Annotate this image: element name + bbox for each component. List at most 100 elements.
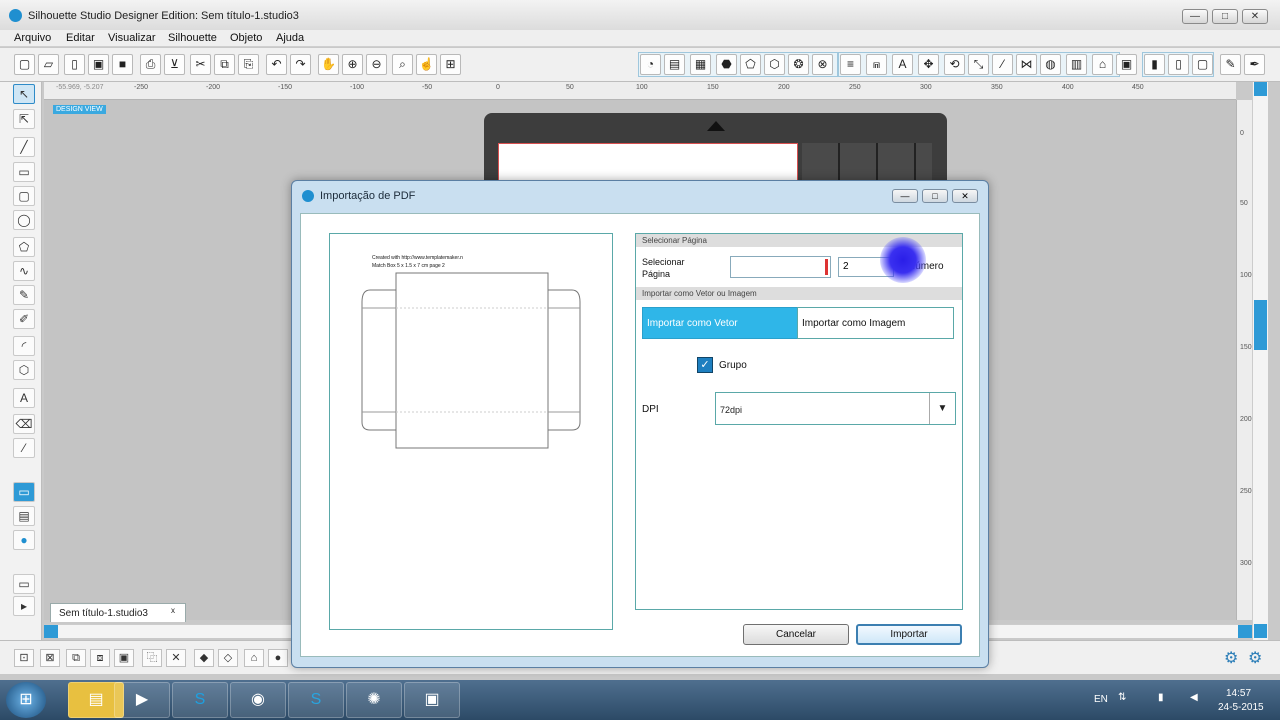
cancel-button[interactable]: Cancelar	[743, 624, 849, 645]
import-as-vector-tab[interactable]: Importar como Vetor	[642, 307, 798, 339]
menu-editar[interactable]: Editar	[66, 32, 95, 44]
drag-zoom-icon[interactable]: ☝	[416, 54, 437, 75]
scroll-thumb[interactable]	[1254, 300, 1267, 350]
scale-icon[interactable]: ⤡	[968, 54, 989, 75]
eraser-icon[interactable]: ✎	[1220, 54, 1241, 75]
volume-icon[interactable]: ◀	[1190, 692, 1198, 703]
ungroup-icon[interactable]: ⧈	[90, 649, 110, 667]
pan-hand-icon[interactable]: ✋	[318, 54, 339, 75]
print-cut-icon[interactable]: ⊻	[164, 54, 185, 75]
clock-time[interactable]: 14:57	[1226, 688, 1251, 699]
align-icon[interactable]: ⩎	[866, 54, 887, 75]
polygon-tool-icon[interactable]: ⬠	[13, 237, 35, 257]
replicate-icon[interactable]: ≡	[840, 54, 861, 75]
pattern-icon[interactable]: ⊗	[812, 54, 833, 75]
pen-tool-icon[interactable]: ✒	[1244, 54, 1265, 75]
store-icon[interactable]: ⌂	[1092, 54, 1113, 75]
dpi-select[interactable]: 72dpi ▼	[715, 392, 956, 425]
shape-icon[interactable]: ●	[268, 649, 288, 667]
rectangle-tool-icon[interactable]: ▭	[13, 162, 35, 182]
line-tool-icon[interactable]: ╱	[13, 137, 35, 157]
transform-icon[interactable]: ✥	[918, 54, 939, 75]
arc-tool-icon[interactable]: ◜	[13, 336, 35, 356]
preferences-gear-icon[interactable]: ⚙	[1248, 648, 1262, 668]
menu-silhouette[interactable]: Silhouette	[168, 32, 217, 44]
page-setup-icon[interactable]: ◔	[640, 54, 661, 75]
send-to-silhouette-icon[interactable]: ▮	[1144, 54, 1165, 75]
print-icon[interactable]: ⎙	[140, 54, 161, 75]
save-icon[interactable]: ▣	[88, 54, 109, 75]
compound-icon[interactable]: ▣	[114, 649, 134, 667]
bring-front-icon[interactable]: ◆	[194, 649, 214, 667]
registration-marks-icon[interactable]: ▤	[664, 54, 685, 75]
import-button[interactable]: Importar	[856, 624, 962, 645]
dialog-restore-button[interactable]: □	[922, 189, 948, 203]
settings-gear-icon[interactable]: ⚙	[1224, 648, 1238, 668]
scroll-down-icon[interactable]	[1254, 624, 1267, 638]
regular-polygon-tool-icon[interactable]: ⬡	[13, 360, 35, 380]
color-wheel-icon[interactable]: ✺	[346, 682, 402, 718]
fit-to-window-icon[interactable]: ⊞	[440, 54, 461, 75]
copy-icon[interactable]: ⧉	[214, 54, 235, 75]
deselect-icon[interactable]: ⊠	[40, 649, 60, 667]
design-store-icon[interactable]: ▣	[1116, 54, 1137, 75]
cut-settings-icon[interactable]: ▯	[1168, 54, 1189, 75]
smooth-freehand-tool-icon[interactable]: ✐	[13, 309, 35, 329]
edit-points-icon[interactable]: ⇱	[13, 109, 35, 129]
undo-icon[interactable]: ↶	[266, 54, 287, 75]
offset-icon[interactable]: ⋈	[1016, 54, 1037, 75]
grupo-checkbox[interactable]: ✓	[697, 357, 713, 373]
select-arrow-icon[interactable]: ↖	[13, 84, 35, 104]
document-tab[interactable]: Sem título-1.studio3 x	[50, 603, 186, 622]
line-style-icon[interactable]: ❂	[788, 54, 809, 75]
document-tab-close-icon[interactable]: x	[171, 606, 175, 615]
silhouette-studio-taskbar-icon[interactable]: S	[288, 682, 344, 718]
delete-icon[interactable]: ✕	[166, 649, 186, 667]
freehand-tool-icon[interactable]: ✎	[13, 285, 35, 305]
duplicate-icon[interactable]: ⿻	[142, 649, 162, 667]
silhouette-store-icon[interactable]: ●	[13, 530, 35, 550]
text-style-icon[interactable]: A	[892, 54, 913, 75]
menu-visualizar[interactable]: Visualizar	[108, 32, 156, 44]
vertical-scrollbar[interactable]	[1252, 82, 1268, 640]
import-as-image-tab[interactable]: Importar como Imagem	[797, 307, 954, 339]
scroll-right-icon[interactable]	[1238, 625, 1252, 638]
chevron-down-icon[interactable]: ▼	[929, 393, 955, 424]
group-icon[interactable]: ⧉	[66, 649, 86, 667]
redo-icon[interactable]: ↷	[290, 54, 311, 75]
recorder-icon[interactable]: ▣	[404, 682, 460, 718]
rounded-rect-tool-icon[interactable]: ▢	[13, 186, 35, 206]
paste-icon[interactable]: ⎘	[238, 54, 259, 75]
close-button[interactable]: ✕	[1242, 9, 1268, 24]
media-player-icon[interactable]: ▶	[114, 682, 170, 718]
expand-arrow-icon[interactable]: ▸	[13, 596, 35, 616]
clock-date[interactable]: 24-5-2015	[1218, 702, 1264, 713]
knife-tool-icon[interactable]: ⁄	[13, 438, 35, 458]
page-slider[interactable]	[730, 256, 831, 278]
dialog-minimize-button[interactable]: —	[892, 189, 918, 203]
gradient-icon[interactable]: ⬠	[740, 54, 761, 75]
line-color-icon[interactable]: ⬡	[764, 54, 785, 75]
maximize-button[interactable]: □	[1212, 9, 1238, 24]
language-indicator[interactable]: EN	[1094, 694, 1108, 705]
zoom-select-icon[interactable]: ⌕	[392, 54, 413, 75]
send-back-icon[interactable]: ◇	[218, 649, 238, 667]
new-document-icon[interactable]: ▢	[14, 54, 35, 75]
open-folder-icon[interactable]: ▱	[38, 54, 59, 75]
zoom-in-icon[interactable]: ⊕	[342, 54, 363, 75]
curve-tool-icon[interactable]: ∿	[13, 261, 35, 281]
select-all-icon[interactable]: ⊡	[14, 649, 34, 667]
minimize-button[interactable]: —	[1182, 9, 1208, 24]
cut-icon[interactable]: ✂	[190, 54, 211, 75]
chrome-icon[interactable]: ◉	[230, 682, 286, 718]
ellipse-tool-icon[interactable]: ◯	[13, 210, 35, 230]
save-to-library-icon[interactable]: ■	[112, 54, 133, 75]
network-icon[interactable]: ▮	[1158, 692, 1164, 703]
grid-icon[interactable]: ▦	[690, 54, 711, 75]
zoom-out-icon[interactable]: ⊖	[366, 54, 387, 75]
menu-objeto[interactable]: Objeto	[230, 32, 262, 44]
weld-icon[interactable]: ⌂	[244, 649, 264, 667]
page-slider-thumb[interactable]	[825, 259, 828, 275]
start-button[interactable]: ⊞	[6, 682, 46, 718]
library-icon[interactable]: ▯	[64, 54, 85, 75]
